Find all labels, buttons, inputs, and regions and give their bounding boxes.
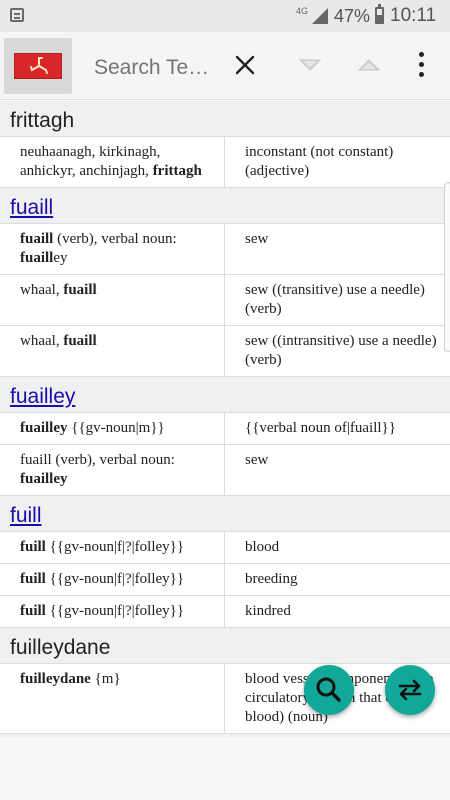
translation-row[interactable]: fuilleydane {m}blood vessel (component o… <box>0 664 450 734</box>
term-text: fuaill (verb), verbal noun: <box>20 452 175 468</box>
menu-dot-icon <box>419 52 424 57</box>
translation-row[interactable]: whaal, fuaill sew ((transitive) use a nee… <box>0 275 450 326</box>
headword-text: fuilleydane <box>20 671 91 687</box>
translation-text: blood <box>245 539 280 555</box>
headword-text: fuaill <box>20 250 54 266</box>
search-input[interactable] <box>94 54 224 82</box>
source-term: fuaill (verb), verbal noun: fuailley <box>0 445 225 495</box>
translation-row[interactable]: fuill {{gv-noun|f|?|folley}} blood <box>0 532 450 564</box>
translation-text: sew <box>245 231 269 247</box>
term-text: {m} <box>90 671 121 687</box>
search-fab-button[interactable] <box>304 665 354 715</box>
battery-percent: 47% <box>334 6 371 26</box>
search-icon <box>316 677 341 702</box>
term-text: whaal, <box>20 333 64 349</box>
entry-header-link[interactable]: fuailley <box>10 385 75 408</box>
term-text: {{gv-noun|f|?|folley}} <box>45 539 185 555</box>
source-term: whaal, fuaill <box>0 326 225 376</box>
translation-text: sew ((transitive) use a needle) (verb) <box>245 282 425 317</box>
translation-text: inconstant (not constant) (adjective) <box>245 144 394 179</box>
network-type: 4G <box>296 6 309 16</box>
term-text: {{gv-noun|f|?|folley}} <box>45 571 185 587</box>
translation-row[interactable]: fuailley {{gv-noun|m}} {{verbal noun of|f… <box>0 413 450 445</box>
headword-text: fuill <box>20 603 46 619</box>
battery-icon <box>375 4 384 24</box>
signal-icon <box>312 8 328 24</box>
swap-arrows-icon <box>398 679 422 701</box>
translation-row[interactable]: fuill {{gv-noun|f|?|folley}} breeding <box>0 564 450 596</box>
translation-text: sew <box>245 452 269 468</box>
translation-row[interactable]: fuaill (verb), verbal noun: fuailley sew <box>0 445 450 496</box>
menu-dot-icon <box>419 72 424 77</box>
previous-result-button[interactable] <box>356 54 382 76</box>
notification-icon <box>10 8 24 22</box>
toolbar <box>0 32 450 100</box>
results-list[interactable]: frittagh neuhaanagh, kirkinagh, anhickyr,… <box>0 101 450 737</box>
source-term: neuhaanagh, kirkinagh, anhickyr, anchinj… <box>0 137 225 187</box>
chevron-down-icon <box>298 59 322 71</box>
term-text: neuhaanagh, kirkinagh, anhickyr, anchinj… <box>20 144 161 179</box>
swap-languages-fab-button[interactable] <box>385 665 435 715</box>
source-term: fuaill (verb), verbal noun: fuailley <box>0 224 225 274</box>
menu-dot-icon <box>419 62 424 67</box>
headword-text: frittagh <box>152 163 202 179</box>
source-term: fuilleydane {m} <box>0 664 225 733</box>
entry-header-link[interactable]: fuaill <box>10 196 53 219</box>
term-text: {{gv-noun|f|?|folley}} <box>45 603 185 619</box>
headword-text: fuaill <box>63 282 97 298</box>
headword-text: fuaill <box>63 333 97 349</box>
translation-text: sew ((intransitive) use a needle) (verb) <box>245 333 437 368</box>
close-icon <box>235 55 255 75</box>
headword-text: fuill <box>20 571 46 587</box>
translation-text: {{verbal noun of|fuaill}} <box>245 420 396 436</box>
term-text: whaal, <box>20 282 64 298</box>
language-button[interactable] <box>4 38 72 94</box>
entry-header: frittagh <box>0 101 450 137</box>
translation-row[interactable]: fuill {{gv-noun|f|?|folley}} kindred <box>0 596 450 628</box>
entry-header-text: fuilleydane <box>10 636 111 659</box>
chevron-up-icon <box>357 59 381 71</box>
entry-header-link[interactable]: fuill <box>10 504 42 527</box>
clear-search-button[interactable] <box>230 50 260 80</box>
clock: 10:11 <box>390 5 437 26</box>
entry-header[interactable]: fuaill <box>0 188 450 224</box>
term-text: {{gv-noun|m}} <box>67 420 165 436</box>
term-text: ey <box>53 250 68 266</box>
source-term: fuailley {{gv-noun|m}} <box>0 413 225 444</box>
headword-text: fuailley <box>20 420 68 436</box>
isle-of-man-flag-icon <box>14 53 62 79</box>
entry-header: fuilleydane <box>0 628 450 664</box>
status-bar: 4G 47% 10:11 <box>0 0 450 32</box>
source-term: fuill {{gv-noun|f|?|folley}} <box>0 532 225 563</box>
headword-text: fuailley <box>20 471 68 487</box>
entry-header[interactable]: fuailley <box>0 377 450 413</box>
entry-header[interactable]: fuill <box>0 496 450 532</box>
overflow-menu-button[interactable] <box>414 50 430 80</box>
term-text: (verb), verbal noun: <box>53 231 177 247</box>
scrollbar-thumb[interactable] <box>444 182 450 352</box>
translation-text: kindred <box>245 603 291 619</box>
source-term: fuill {{gv-noun|f|?|folley}} <box>0 564 225 595</box>
source-term: fuill {{gv-noun|f|?|folley}} <box>0 596 225 627</box>
headword-text: fuaill <box>20 231 54 247</box>
headword-text: fuill <box>20 539 46 555</box>
translation-row[interactable]: neuhaanagh, kirkinagh, anhickyr, anchinj… <box>0 137 450 188</box>
entry-header-text: frittagh <box>10 109 75 132</box>
next-result-button[interactable] <box>297 54 323 76</box>
translation-row[interactable]: fuaill (verb), verbal noun: fuailley sew <box>0 224 450 275</box>
source-term: whaal, fuaill <box>0 275 225 325</box>
translation-row[interactable]: whaal, fuaill sew ((intransitive) use a n… <box>0 326 450 377</box>
translation-text: breeding <box>245 571 298 587</box>
bottom-area <box>0 737 450 800</box>
